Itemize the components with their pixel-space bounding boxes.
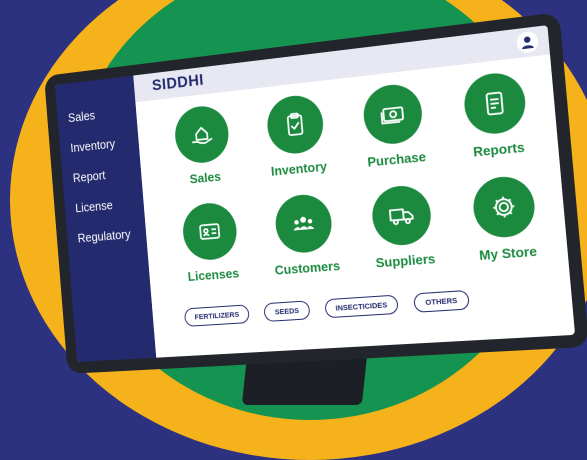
tile-licenses[interactable]: Licenses bbox=[162, 199, 262, 303]
tile-label: Purchase bbox=[366, 148, 427, 170]
screen: Sales Inventory Report License Regulator… bbox=[55, 25, 576, 363]
tile-suppliers[interactable]: Suppliers bbox=[349, 182, 458, 291]
tile-label: Sales bbox=[189, 168, 222, 187]
chip-seeds[interactable]: SEEDS bbox=[263, 300, 311, 323]
tile-label: Licenses bbox=[187, 265, 240, 284]
tile-my-store[interactable]: My Store bbox=[449, 172, 563, 284]
monitor-stage: Sales Inventory Report License Regulator… bbox=[17, 0, 587, 397]
user-icon[interactable] bbox=[515, 30, 539, 54]
tile-customers[interactable]: Customers bbox=[254, 191, 358, 298]
sidebar: Sales Inventory Report License Regulator… bbox=[55, 75, 157, 363]
cash-icon bbox=[361, 81, 425, 147]
chip-others[interactable]: OTHERS bbox=[413, 289, 470, 313]
monitor: Sales Inventory Report License Regulator… bbox=[44, 12, 587, 374]
tile-reports[interactable]: Reports bbox=[440, 68, 554, 182]
sidebar-item-regulatory[interactable]: Regulatory bbox=[77, 226, 146, 246]
tile-inventory[interactable]: Inventory bbox=[245, 91, 349, 200]
app-brand: SIDDHI bbox=[151, 71, 205, 95]
tile-grid: Sales Inventory Purchase Reports License… bbox=[154, 68, 563, 304]
sidebar-item-license[interactable]: License bbox=[75, 196, 144, 216]
tile-purchase[interactable]: Purchase bbox=[341, 79, 450, 190]
id-card-icon bbox=[180, 200, 239, 262]
clipboard-check-icon bbox=[265, 92, 326, 157]
sidebar-item-sales[interactable]: Sales bbox=[68, 104, 137, 125]
chip-fertilizers[interactable]: FERTILIZERS bbox=[183, 304, 251, 327]
tile-sales[interactable]: Sales bbox=[154, 101, 254, 207]
tile-label: Suppliers bbox=[375, 250, 436, 271]
document-icon bbox=[461, 70, 528, 137]
tile-label: Reports bbox=[472, 139, 526, 160]
house-in-hand-icon bbox=[173, 103, 231, 166]
chip-insecticides[interactable]: INSECTICIDES bbox=[324, 294, 400, 319]
tile-label: Customers bbox=[274, 258, 341, 278]
people-icon bbox=[273, 192, 334, 255]
tile-label: Inventory bbox=[270, 158, 328, 179]
gear-icon bbox=[470, 174, 538, 240]
truck-icon bbox=[370, 183, 434, 248]
sidebar-item-inventory[interactable]: Inventory bbox=[70, 135, 139, 155]
tile-label: My Store bbox=[478, 243, 538, 264]
sidebar-item-report[interactable]: Report bbox=[72, 165, 141, 185]
